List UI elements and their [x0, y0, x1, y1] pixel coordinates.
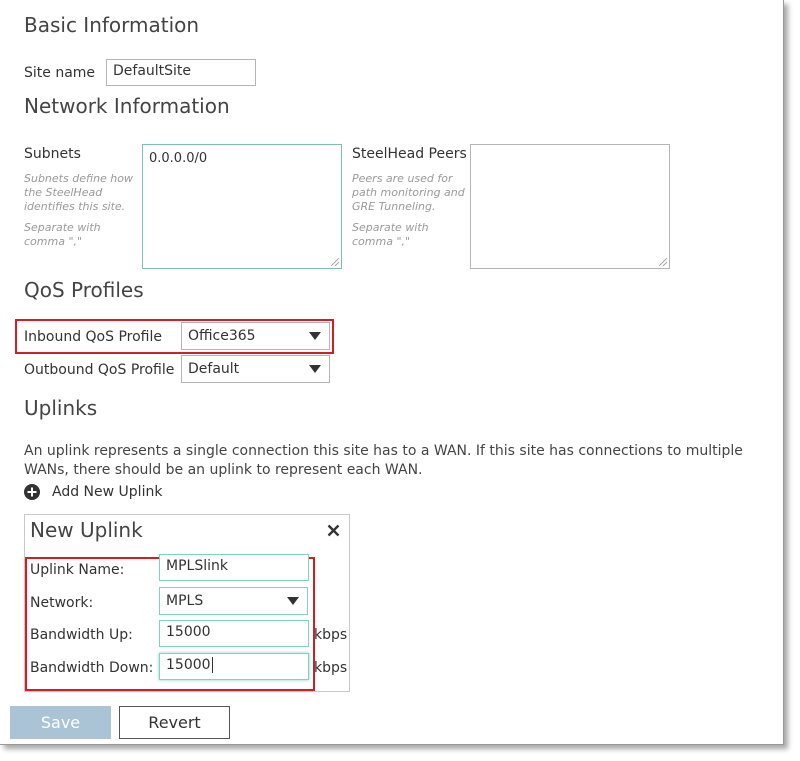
bandwidth-down-label: Bandwidth Down: — [30, 660, 154, 676]
steelhead-peers-separator-hint: Separate with comma "," — [352, 221, 429, 248]
outbound-qos-select[interactable]: Default — [181, 355, 330, 383]
subnets-label: Subnets — [24, 146, 81, 162]
network-label: Network: — [30, 595, 94, 611]
steelhead-peers-label: SteelHead Peers — [352, 146, 467, 162]
chevron-down-icon — [287, 597, 299, 605]
qos-profiles-heading: QoS Profiles — [24, 278, 144, 302]
uplinks-heading: Uplinks — [24, 396, 98, 420]
site-editor-window: Basic Information Site name DefaultSite … — [0, 0, 784, 745]
inbound-qos-label: Inbound QoS Profile — [24, 329, 162, 345]
add-new-uplink-link[interactable]: Add New Uplink — [24, 484, 162, 500]
bandwidth-up-unit: kbps — [314, 627, 348, 643]
revert-button[interactable]: Revert — [119, 706, 230, 739]
network-information-heading: Network Information — [24, 94, 230, 118]
subnets-textarea[interactable]: 0.0.0.0/0 — [142, 144, 342, 269]
new-uplink-title: New Uplink — [30, 518, 143, 542]
add-new-uplink-label: Add New Uplink — [52, 484, 163, 500]
steelhead-peers-hint: Peers are used for path monitoring and G… — [352, 172, 465, 213]
subnets-value: 0.0.0.0/0 — [149, 151, 208, 166]
site-name-input[interactable]: DefaultSite — [106, 59, 256, 86]
bandwidth-down-input[interactable]: 15000 — [159, 653, 309, 680]
uplink-name-label: Uplink Name: — [30, 562, 125, 578]
outbound-qos-label: Outbound QoS Profile — [24, 362, 175, 378]
resize-grip-icon[interactable] — [659, 258, 667, 266]
inbound-qos-select[interactable]: Office365 — [181, 322, 330, 350]
subnets-separator-hint: Separate with comma "," — [24, 221, 101, 248]
chevron-down-icon — [309, 365, 321, 373]
resize-grip-icon[interactable] — [331, 258, 339, 266]
text-cursor — [211, 657, 213, 673]
chevron-down-icon — [309, 332, 321, 340]
outbound-qos-value: Default — [188, 361, 240, 377]
bandwidth-down-unit: kbps — [314, 660, 348, 676]
inbound-qos-value: Office365 — [188, 328, 256, 344]
site-name-label: Site name — [24, 65, 96, 81]
uplinks-description: An uplink represents a single connection… — [24, 443, 743, 478]
save-button[interactable]: Save — [10, 706, 111, 739]
bandwidth-up-label: Bandwidth Up: — [30, 627, 133, 643]
bandwidth-up-input[interactable]: 15000 — [159, 620, 309, 647]
plus-circle-icon — [24, 484, 40, 500]
uplink-name-input[interactable]: MPLSlink — [159, 554, 309, 581]
network-value: MPLS — [166, 593, 204, 609]
subnets-hint: Subnets define how the SteelHead identif… — [24, 172, 134, 213]
bandwidth-down-value: 15000 — [166, 657, 211, 673]
steelhead-peers-textarea[interactable] — [470, 144, 670, 269]
basic-information-heading: Basic Information — [24, 13, 200, 37]
network-select[interactable]: MPLS — [159, 587, 308, 615]
close-icon[interactable] — [327, 524, 340, 537]
